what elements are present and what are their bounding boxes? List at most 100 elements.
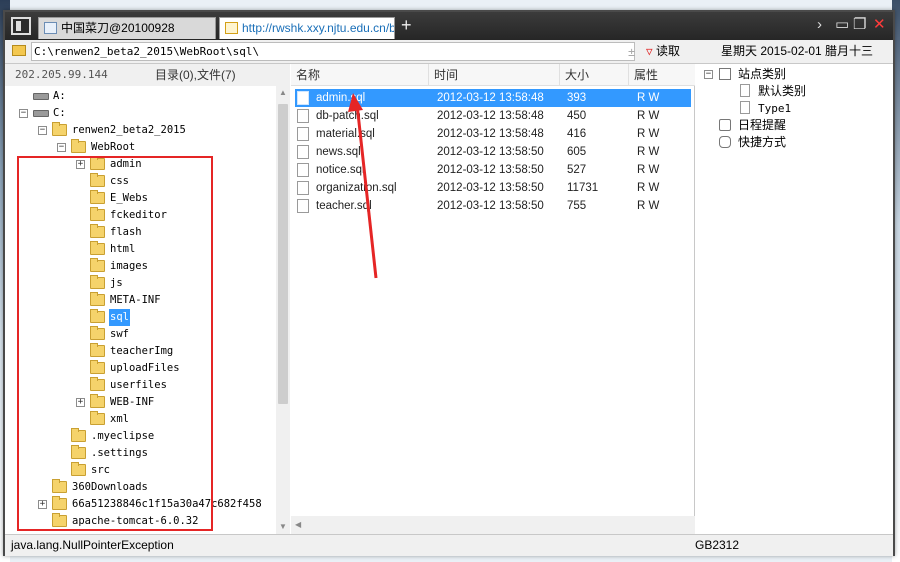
scroll-down-icon[interactable]: ▼ xyxy=(279,522,287,531)
tree-item[interactable]: +66a51238846c1f15a30a47c682f458 xyxy=(5,496,275,513)
file-row[interactable]: organization.sql 2012-03-12 13:58:50 11731… xyxy=(295,179,691,197)
path-input[interactable]: C:\renwen2_beta2_2015\WebRoot\sql\ ± ▽ xyxy=(31,42,653,61)
window-menu-icon[interactable] xyxy=(11,17,31,35)
file-row[interactable]: teacher.sql 2012-03-12 13:58:50 755 R W xyxy=(295,197,691,215)
collapse-icon[interactable]: − xyxy=(38,126,47,135)
tree-item-label: C: xyxy=(53,107,66,119)
collapse-icon[interactable]: − xyxy=(704,70,713,79)
shortcuts-item[interactable]: 快捷方式 xyxy=(738,134,786,151)
file-row[interactable]: news.sql 2012-03-12 13:58:50 605 R W xyxy=(295,143,691,161)
file-attr: R W xyxy=(637,110,660,122)
folder-icon xyxy=(71,139,86,153)
folder-icon xyxy=(90,411,105,425)
close-button[interactable]: ✕ xyxy=(873,16,886,34)
tree-item[interactable]: sql xyxy=(5,309,275,326)
tree-item[interactable]: .settings xyxy=(5,445,275,462)
column-name[interactable]: 名称 xyxy=(291,64,320,86)
tree-item[interactable]: src xyxy=(5,462,275,479)
document-icon xyxy=(740,101,750,114)
tree-item[interactable]: js xyxy=(5,275,275,292)
tree-item[interactable]: swf xyxy=(5,326,275,343)
tab-caidao[interactable]: 中国菜刀@20100928 xyxy=(38,17,216,39)
column-attributes[interactable]: 属性 xyxy=(628,64,658,86)
scroll-left-icon[interactable]: ◀ xyxy=(295,520,301,529)
tab-website[interactable]: http://rwshk.xxy.njtu.edu.cn/b... xyxy=(219,17,395,39)
folder-icon xyxy=(90,207,105,221)
file-size: 11731 xyxy=(567,182,599,194)
folder-icon xyxy=(90,275,105,289)
type1-item[interactable]: Type1 xyxy=(758,100,791,117)
tree-item[interactable]: − renwen2_beta2_2015 xyxy=(5,122,275,139)
tree-item[interactable]: 360Downloads xyxy=(5,479,275,496)
folder-icon xyxy=(90,326,105,340)
tree-item[interactable]: fckeditor xyxy=(5,207,275,224)
default-category-item[interactable]: 默认类别 xyxy=(758,83,806,100)
tree-item[interactable]: − WebRoot xyxy=(5,139,275,156)
folder-icon xyxy=(90,309,105,323)
tab-bar: 中国菜刀@20100928 http://rwshk.xxy.njtu.edu.… xyxy=(5,12,893,40)
file-row[interactable]: admin.sql 2012-03-12 13:58:48 393 R W xyxy=(295,89,691,107)
tree-item[interactable]: teacherImg xyxy=(5,343,275,360)
file-time: 2012-03-12 13:58:50 xyxy=(437,182,544,194)
tree-item-label: images xyxy=(110,260,148,272)
tree-item-label: admin xyxy=(110,158,142,170)
tree-item[interactable]: .myeclipse xyxy=(5,428,275,445)
tab-label: http://rwshk.xxy.njtu.edu.cn/b... xyxy=(242,21,395,35)
tree-item[interactable]: − C: xyxy=(5,105,275,122)
minimize-button[interactable]: ▭ xyxy=(835,16,849,34)
tree-item[interactable]: META-INF xyxy=(5,292,275,309)
hand-icon xyxy=(719,136,731,148)
file-row[interactable]: notice.sql 2012-03-12 13:58:50 527 R W xyxy=(295,161,691,179)
scrollbar-thumb[interactable] xyxy=(278,104,288,404)
file-icon xyxy=(297,181,309,195)
tree-item[interactable]: images xyxy=(5,258,275,275)
tree-item[interactable]: + admin xyxy=(5,156,275,173)
encoding-indicator[interactable]: GB2312 xyxy=(695,535,739,556)
file-time: 2012-03-12 13:58:50 xyxy=(437,200,544,212)
folder-icon xyxy=(90,224,105,238)
tree-item[interactable]: A: xyxy=(5,88,275,105)
tree-item-label: js xyxy=(110,277,123,289)
file-name: material.sql xyxy=(316,128,375,140)
scroll-up-icon[interactable]: ▲ xyxy=(279,88,287,97)
tree-item[interactable]: + WEB-INF xyxy=(5,394,275,411)
expand-icon[interactable]: + xyxy=(76,160,85,169)
expand-icon[interactable]: + xyxy=(38,500,47,509)
file-name: news.sql xyxy=(316,146,361,158)
tree-item[interactable]: apache-tomcat-6.0.32 xyxy=(5,513,275,530)
file-list-header: 名称 时间 大小 属性 xyxy=(291,64,695,86)
add-tab-button[interactable]: + xyxy=(401,15,412,35)
folder-icon xyxy=(71,445,86,459)
folder-icon xyxy=(90,190,105,204)
tree-item[interactable]: xml xyxy=(5,411,275,428)
folder-icon xyxy=(90,377,105,391)
tree-scrollbar[interactable]: ▲ ▼ xyxy=(276,86,290,534)
tree-item-label: 360Downloads xyxy=(72,481,148,493)
read-button[interactable]: 读取 xyxy=(642,42,694,61)
schedule-item[interactable]: 日程提醒 xyxy=(738,117,786,134)
expand-icon[interactable]: + xyxy=(76,398,85,407)
folder-icon xyxy=(52,122,67,136)
file-time: 2012-03-12 13:58:50 xyxy=(437,146,544,158)
file-icon xyxy=(297,91,309,105)
site-category-item[interactable]: 站点类别 xyxy=(738,66,786,83)
tree-item[interactable]: flash xyxy=(5,224,275,241)
tree-item[interactable]: userfiles xyxy=(5,377,275,394)
maximize-button[interactable]: ❐ xyxy=(853,16,866,34)
file-row[interactable]: db-patch.sql 2012-03-12 13:58:48 450 R W xyxy=(295,107,691,125)
tree-item[interactable]: uploadFiles xyxy=(5,360,275,377)
tree-item-label: WebRoot xyxy=(91,141,136,153)
collapse-icon[interactable]: − xyxy=(57,143,66,152)
collapse-icon[interactable]: − xyxy=(19,109,28,118)
tree-item-label: 66a51238846c1f15a30a47c682f458 xyxy=(72,498,262,510)
column-size[interactable]: 大小 xyxy=(559,64,589,86)
tree-item[interactable]: css xyxy=(5,173,275,190)
tree-item[interactable]: E_Webs xyxy=(5,190,275,207)
plus-minus-icon[interactable]: ± xyxy=(628,44,635,61)
tree-item[interactable]: html xyxy=(5,241,275,258)
checkbox-icon[interactable] xyxy=(719,68,731,80)
column-time[interactable]: 时间 xyxy=(428,64,458,86)
horizontal-scrollbar[interactable]: ◀ xyxy=(291,516,695,534)
chevron-right-icon[interactable]: › xyxy=(817,16,822,34)
file-row[interactable]: material.sql 2012-03-12 13:58:48 416 R W xyxy=(295,125,691,143)
